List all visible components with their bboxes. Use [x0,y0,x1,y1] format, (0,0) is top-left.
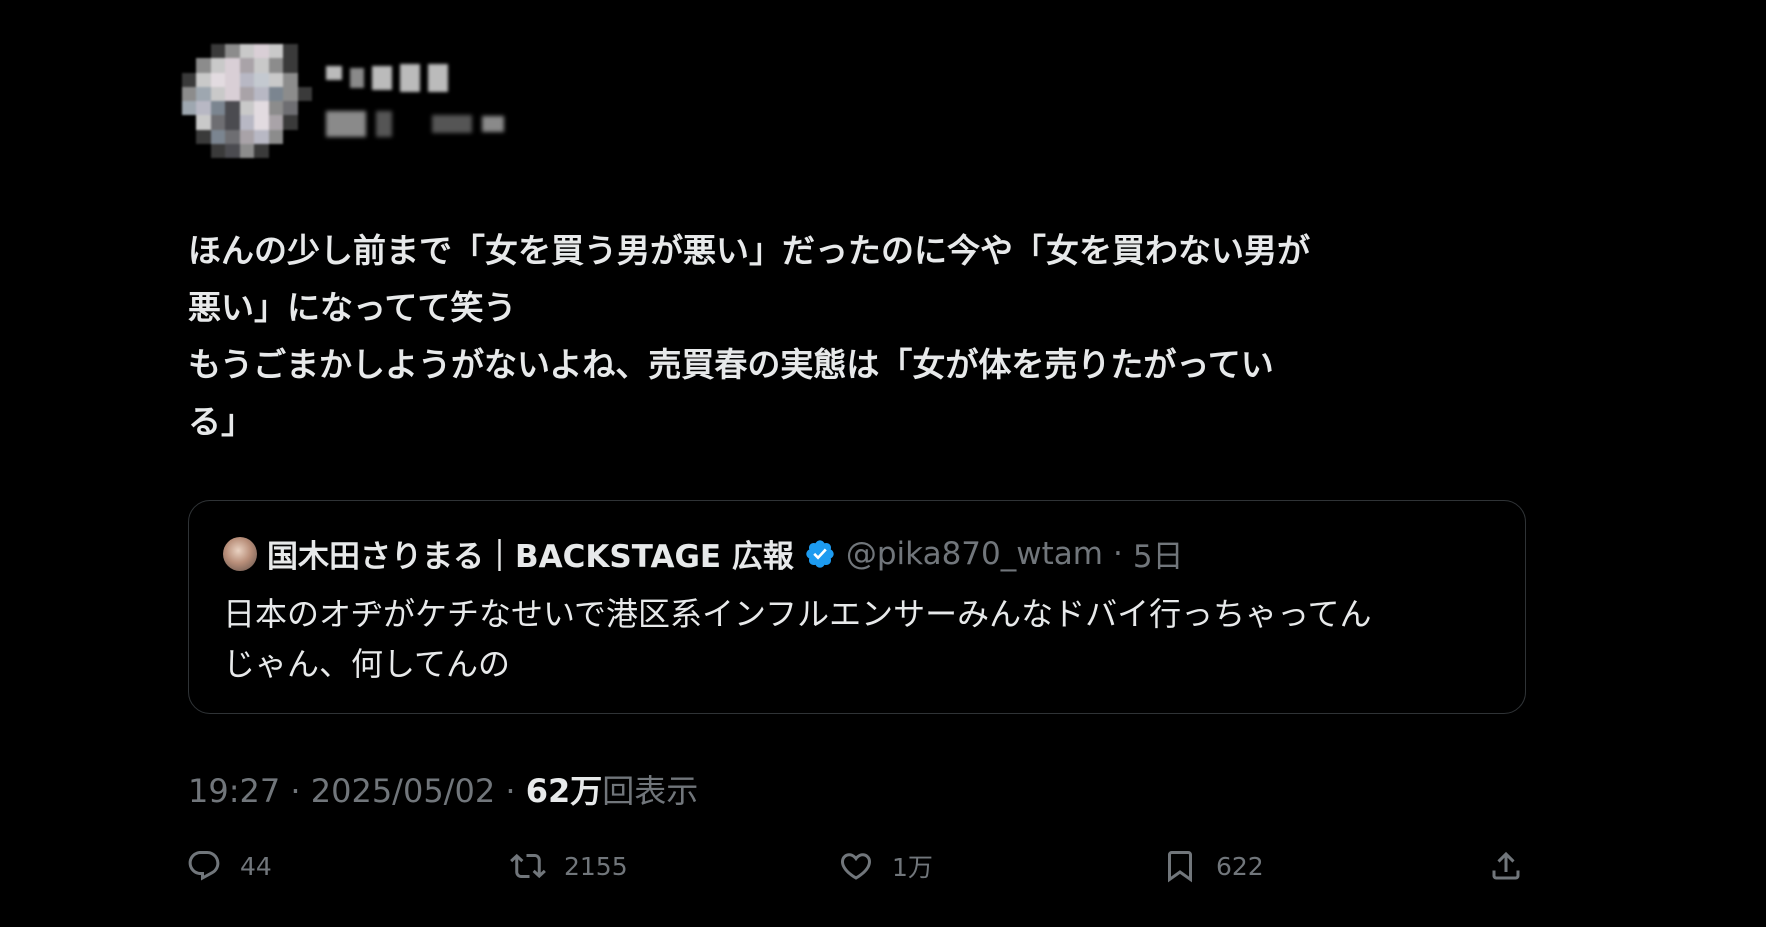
repost-icon [510,853,546,879]
quoted-author-handle[interactable]: @pika870_wtam [846,536,1103,572]
share-button[interactable] [1488,842,1524,890]
bookmark-icon [1168,851,1192,883]
like-count: 1万 [892,853,933,882]
post-time[interactable]: 19:27 [188,772,280,810]
reply-icon [188,851,220,881]
post-meta: 19:27 · 2025/05/02 · 62万 回表示 [188,766,698,812]
separator-dot: · [495,772,526,810]
like-button[interactable]: 1万 [838,842,933,890]
separator-dot: · [1112,535,1123,572]
post-text: ほんの少し前まで「女を買う男が悪い」だったのに今や「女を買わない男が 悪い」にな… [188,231,1310,441]
share-icon [1492,851,1520,880]
quoted-post-header: 国木田さりまる｜BACKSTAGE 広報 @pika870_wtam · 5日 [223,531,1184,576]
quoted-author-avatar[interactable] [223,536,257,571]
views-count: 62万 [525,772,603,810]
author-avatar[interactable] [182,44,312,158]
bookmark-count: 622 [1216,851,1264,881]
repost-button[interactable]: 2155 [510,842,628,890]
quoted-post-card[interactable]: 国木田さりまる｜BACKSTAGE 広報 @pika870_wtam · 5日 … [188,500,1526,714]
views-label: 回表示 [602,772,699,810]
author-name-redacted[interactable] [326,62,476,94]
author-handle-redacted [326,108,546,140]
verified-badge-icon [806,539,834,568]
post-date[interactable]: 2025/05/02 [311,772,495,810]
quoted-post-text: 日本のオヂがケチなせいで港区系インフルエンサーみんなドバイ行っちゃってん じゃん… [223,595,1372,683]
separator-dot: · [280,772,311,810]
reply-count: 44 [240,851,272,881]
heart-icon [840,853,872,880]
quoted-post-time[interactable]: 5日 [1133,531,1184,576]
reply-button[interactable]: 44 [186,842,272,890]
tweet-detail: ほんの少し前まで「女を買う男が悪い」だったのに今や「女を買わない男が 悪い」にな… [0,0,1766,927]
bookmark-button[interactable]: 622 [1162,842,1264,890]
action-bar: 44 2155 1万 622 [186,842,1526,890]
repost-count: 2155 [564,851,628,881]
quoted-author-name[interactable]: 国木田さりまる｜BACKSTAGE 広報 [267,531,794,576]
